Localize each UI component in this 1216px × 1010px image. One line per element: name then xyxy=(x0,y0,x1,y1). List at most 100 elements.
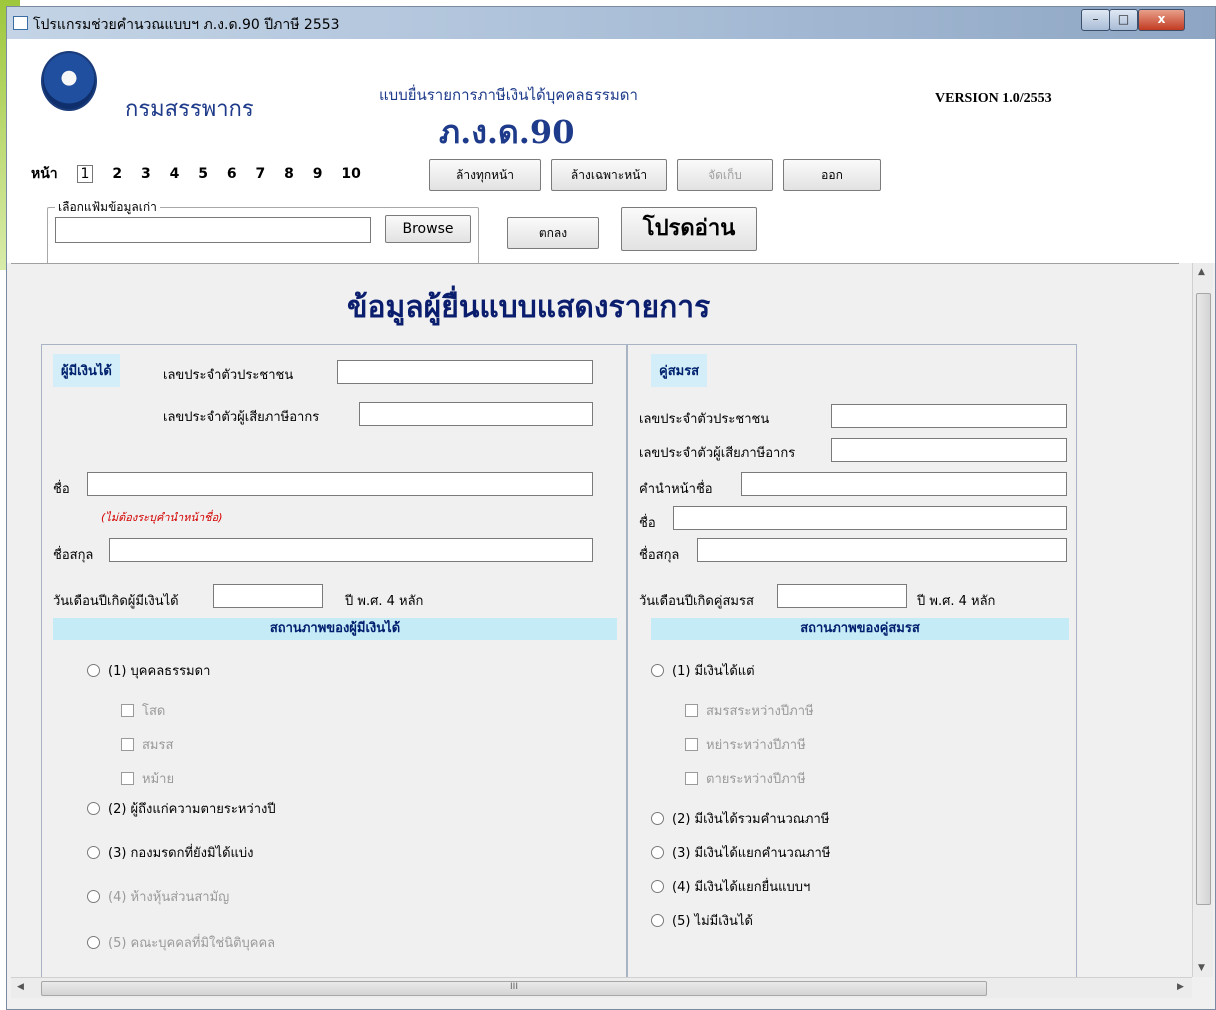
app-window: โปรแกรมช่วยคำนวณแบบฯ ภ.ง.ด.90 ปีภาษี 255… xyxy=(6,6,1216,1010)
spouse-tax-id-label: เลขประจำตัวผู้เสียภาษีอากร xyxy=(639,446,796,461)
page-heading: ข้อมูลผู้ยื่นแบบแสดงรายการ xyxy=(347,290,711,325)
maximize-button[interactable]: □ xyxy=(1109,9,1138,31)
ok-button[interactable]: ตกลง xyxy=(507,217,599,249)
spouse-died-in-year-checkbox[interactable]: ตายระหว่างปีภาษี xyxy=(685,768,806,789)
spouse-citizen-id-input[interactable] xyxy=(831,404,1067,428)
scroll-down-arrow-icon[interactable]: ▼ xyxy=(1198,963,1205,973)
scroll-up-arrow-icon[interactable]: ▲ xyxy=(1198,267,1205,277)
earner-widowed-checkbox[interactable]: หม้าย xyxy=(121,768,174,789)
earner-married-checkbox[interactable]: สมรส xyxy=(121,734,173,755)
vertical-scroll-thumb[interactable] xyxy=(1196,293,1211,905)
form-content: ข้อมูลผู้ยื่นแบบแสดงรายการ ผู้มีเงินได้ … xyxy=(11,263,1179,978)
earner-surname-label: ชื่อสกุล xyxy=(53,548,94,563)
scroll-left-arrow-icon[interactable]: ◀ xyxy=(17,982,24,992)
spouse-status-radio-5[interactable]: (5) ไม่มีเงินได้ xyxy=(651,910,753,931)
spouse-name-label: ชื่อ xyxy=(639,516,656,531)
earner-citizen-id-label: เลขประจำตัวประชาชน xyxy=(163,368,294,383)
earner-surname-input[interactable] xyxy=(109,538,593,562)
spouse-name-input[interactable] xyxy=(673,506,1067,530)
file-path-input[interactable] xyxy=(55,217,371,243)
form-code: ภ.ง.ด.90 xyxy=(439,113,575,151)
spouse-status-radio-4[interactable]: (4) มีเงินได้แยกยื่นแบบฯ xyxy=(651,876,810,897)
earner-widowed-label: หม้าย xyxy=(142,772,175,787)
old-file-group-label: เลือกแฟ้มข้อมูลเก่า xyxy=(55,198,160,217)
spouse-married-in-year-checkbox[interactable]: สมรสระหว่างปีภาษี xyxy=(685,700,814,721)
earner-birthdate-input[interactable] xyxy=(213,584,323,608)
window-title: โปรแกรมช่วยคำนวณแบบฯ ภ.ง.ด.90 ปีภาษี 255… xyxy=(33,17,340,33)
clear-all-button[interactable]: ล้างทุกหน้า xyxy=(429,159,541,191)
earner-status-label-4: (4) ห้างหุ้นส่วนสามัญ xyxy=(108,890,230,905)
earner-status-title: สถานภาพของผู้มีเงินได้ xyxy=(53,618,617,640)
horizontal-scroll-thumb[interactable]: III xyxy=(41,981,987,996)
spouse-divorced-in-year-label: หย่าระหว่างปีภาษี xyxy=(706,738,806,753)
spouse-birthdate-input[interactable] xyxy=(777,584,907,608)
spouse-status-radio-2[interactable]: (2) มีเงินได้รวมคำนวณภาษี xyxy=(651,808,829,829)
earner-single-label: โสด xyxy=(142,704,166,719)
spouse-status-label-1: (1) มีเงินได้แต่ xyxy=(672,664,755,679)
earner-name-note: (ไม่ต้องระบุคำนำหน้าชื่อ) xyxy=(101,511,223,524)
spouse-married-in-year-label: สมรสระหว่างปีภาษี xyxy=(706,704,814,719)
minimize-button[interactable]: – xyxy=(1081,9,1110,31)
earner-citizen-id-input[interactable] xyxy=(337,360,593,384)
earner-status-radio-4[interactable]: (4) ห้างหุ้นส่วนสามัญ xyxy=(87,886,229,907)
form-title: แบบยื่นรายการภาษีเงินได้บุคคลธรรมดา xyxy=(379,86,638,104)
earner-tag: ผู้มีเงินได้ xyxy=(53,354,120,387)
close-button[interactable]: x xyxy=(1138,9,1185,31)
earner-tax-id-label: เลขประจำตัวผู้เสียภาษีอากร xyxy=(163,410,320,425)
earner-status-label-3: (3) กองมรดกที่ยังมิได้แบ่ง xyxy=(108,846,254,861)
title-bar: โปรแกรมช่วยคำนวณแบบฯ ภ.ง.ด.90 ปีภาษี 255… xyxy=(7,7,1215,40)
earner-tax-id-input[interactable] xyxy=(359,402,593,426)
spouse-status-label-2: (2) มีเงินได้รวมคำนวณภาษี xyxy=(672,812,830,827)
page-navigator: หน้า 1 2 3 4 5 6 7 8 9 10 xyxy=(31,163,375,187)
earner-name-input[interactable] xyxy=(87,472,593,496)
page-link-3[interactable]: 3 xyxy=(141,166,151,182)
spouse-status-title: สถานภาพของคู่สมรส xyxy=(651,618,1069,640)
spouse-year-hint: ปี พ.ศ. 4 หลัก xyxy=(917,594,996,609)
page-label: หน้า xyxy=(31,166,58,182)
page-link-2[interactable]: 2 xyxy=(112,166,122,182)
page-link-9[interactable]: 9 xyxy=(313,166,323,182)
earner-birthdate-label: วันเดือนปีเกิดผู้มีเงินได้ xyxy=(53,594,179,609)
spouse-title-label: คำนำหน้าชื่อ xyxy=(639,482,713,497)
horizontal-scrollbar[interactable]: ◀ III ▶ xyxy=(11,977,1192,998)
spouse-tag: คู่สมรส xyxy=(651,354,708,387)
page-link-8[interactable]: 8 xyxy=(284,166,294,182)
revenue-department-logo xyxy=(41,51,97,111)
earner-single-checkbox[interactable]: โสด xyxy=(121,700,165,721)
earner-status-radio-3[interactable]: (3) กองมรดกที่ยังมิได้แบ่ง xyxy=(87,842,254,863)
scroll-right-arrow-icon[interactable]: ▶ xyxy=(1177,982,1184,992)
page-link-6[interactable]: 6 xyxy=(227,166,237,182)
spouse-status-radio-1[interactable]: (1) มีเงินได้แต่ xyxy=(651,660,755,681)
spouse-status-label-3: (3) มีเงินได้แยกคำนวณภาษี xyxy=(672,846,831,861)
browse-button[interactable]: Browse xyxy=(385,215,471,243)
save-button[interactable]: จัดเก็บ xyxy=(677,159,773,191)
page-link-7[interactable]: 7 xyxy=(255,166,265,182)
please-read-button[interactable]: โปรดอ่าน xyxy=(621,207,757,251)
earner-name-label: ชื่อ xyxy=(53,482,70,497)
spouse-birthdate-label: วันเดือนปีเกิดคู่สมรส xyxy=(639,594,754,609)
earner-status-radio-1[interactable]: (1) บุคคลธรรมดา xyxy=(87,660,210,681)
vertical-scrollbar[interactable]: ▲ ▼ xyxy=(1192,263,1213,977)
page-link-4[interactable]: 4 xyxy=(170,166,180,182)
department-name: กรมสรรพากร xyxy=(125,97,254,122)
spouse-title-input[interactable] xyxy=(741,472,1067,496)
earner-status-label-5: (5) คณะบุคคลที่มิใช่นิติบุคคล xyxy=(108,936,276,951)
earner-year-hint: ปี พ.ศ. 4 หลัก xyxy=(345,594,424,609)
clear-page-button[interactable]: ล้างเฉพาะหน้า xyxy=(551,159,667,191)
spouse-status-radio-3[interactable]: (3) มีเงินได้แยกคำนวณภาษี xyxy=(651,842,830,863)
spouse-tax-id-input[interactable] xyxy=(831,438,1067,462)
earner-status-radio-2[interactable]: (2) ผู้ถึงแก่ความตายระหว่างปี xyxy=(87,798,276,819)
earner-status-radio-5[interactable]: (5) คณะบุคคลที่มิใช่นิติบุคคล xyxy=(87,932,275,953)
spouse-status-label-5: (5) ไม่มีเงินได้ xyxy=(672,914,753,929)
spouse-status-label-4: (4) มีเงินได้แยกยื่นแบบฯ xyxy=(672,880,811,895)
spouse-surname-label: ชื่อสกุล xyxy=(639,548,680,563)
earner-married-label: สมรส xyxy=(142,738,174,753)
page-link-1[interactable]: 1 xyxy=(76,165,94,183)
earner-status-label-2: (2) ผู้ถึงแก่ความตายระหว่างปี xyxy=(108,802,276,817)
page-link-10[interactable]: 10 xyxy=(341,166,360,182)
spouse-surname-input[interactable] xyxy=(697,538,1067,562)
spouse-divorced-in-year-checkbox[interactable]: หย่าระหว่างปีภาษี xyxy=(685,734,806,755)
spouse-citizen-id-label: เลขประจำตัวประชาชน xyxy=(639,412,770,427)
page-link-5[interactable]: 5 xyxy=(198,166,208,182)
exit-button[interactable]: ออก xyxy=(783,159,881,191)
